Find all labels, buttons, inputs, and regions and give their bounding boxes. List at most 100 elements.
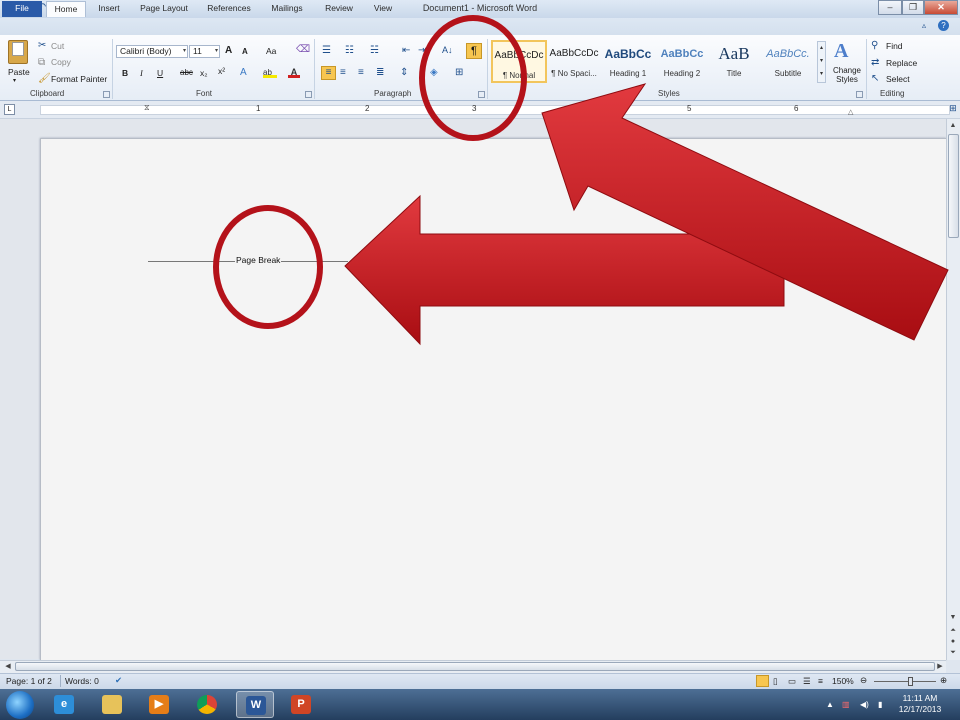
taskbar-ie[interactable]: e <box>45 691 83 718</box>
show-hide-button[interactable]: ¶ <box>466 43 482 59</box>
minimize-ribbon-icon[interactable]: ▵ <box>922 21 926 30</box>
restore-button[interactable]: ❐ <box>902 0 924 15</box>
select-icon[interactable]: ↖ <box>871 73 879 85</box>
proofing-icon[interactable]: ✔ <box>115 675 122 686</box>
tab-insert[interactable]: Insert <box>90 1 128 17</box>
paste-button[interactable]: Paste <box>8 67 30 77</box>
align-center-icon[interactable]: ≡ <box>340 67 346 79</box>
tab-home[interactable]: Home <box>46 1 86 17</box>
grow-font-button[interactable]: A <box>225 45 232 56</box>
scroll-left-icon[interactable]: ◀ <box>2 661 14 673</box>
line-spacing-icon[interactable]: ⇕ <box>400 67 408 79</box>
bold-button[interactable]: B <box>122 68 128 78</box>
page-count[interactable]: Page: 1 of 2 <box>6 676 52 686</box>
highlight-icon[interactable]: ab <box>263 68 277 78</box>
taskbar-chrome[interactable] <box>188 691 226 718</box>
tab-mailings[interactable]: Mailings <box>264 1 310 17</box>
copy-icon[interactable]: ⧉ <box>38 57 45 69</box>
text-effects-icon[interactable]: A <box>240 67 247 79</box>
font-color-icon[interactable]: A <box>288 67 300 78</box>
bullets-icon[interactable]: ☰ <box>322 45 331 57</box>
minimize-button[interactable]: – <box>878 0 902 15</box>
horizontal-scroll-thumb[interactable] <box>15 662 935 671</box>
numbering-icon[interactable]: ☷ <box>345 45 354 57</box>
close-button[interactable]: ✕ <box>924 0 958 15</box>
web-layout-view-icon[interactable]: ▭ <box>788 676 796 687</box>
replace-icon[interactable]: ⇄ <box>871 57 879 69</box>
outline-view-icon[interactable]: ☰ <box>803 676 811 687</box>
zoom-slider-track[interactable] <box>874 681 936 682</box>
sort-icon[interactable]: A↓ <box>442 44 453 56</box>
volume-icon[interactable]: ◀) <box>860 700 869 709</box>
tab-review[interactable]: Review <box>318 1 360 17</box>
justify-icon[interactable]: ≣ <box>376 67 384 79</box>
right-indent-icon[interactable]: △ <box>848 108 853 116</box>
print-layout-view-icon[interactable] <box>756 675 769 687</box>
shrink-font-button[interactable]: A <box>242 47 248 56</box>
view-ruler-icon[interactable]: ⊞ <box>947 103 959 116</box>
style-heading-2[interactable]: AaBbCc Heading 2 <box>654 40 710 83</box>
style-subtitle[interactable]: AaBbCc. Subtitle <box>760 40 816 83</box>
taskbar-clock[interactable]: 11:11 AM 12/17/2013 <box>890 693 950 715</box>
clipboard-launcher[interactable] <box>103 91 110 98</box>
document-page[interactable] <box>40 138 946 660</box>
tab-page-layout[interactable]: Page Layout <box>134 1 194 17</box>
align-right-icon[interactable]: ≡ <box>358 67 364 79</box>
font-size-select[interactable]: 11 ▾ <box>189 45 220 58</box>
superscript-button[interactable]: x² <box>218 66 225 76</box>
shading-icon[interactable]: ◈ <box>430 67 438 79</box>
cut-button[interactable]: Cut <box>51 41 64 51</box>
format-painter-button[interactable]: Format Painter <box>51 74 107 84</box>
align-left-button[interactable]: ≡ <box>321 66 336 80</box>
battery-icon[interactable]: ▮ <box>878 700 882 709</box>
style-heading-1[interactable]: AaBbCc Heading 1 <box>600 40 656 83</box>
find-button[interactable]: Find <box>886 41 903 51</box>
increase-indent-icon[interactable]: ⇥ <box>418 45 426 57</box>
scroll-right-icon[interactable]: ▶ <box>934 661 946 673</box>
font-family-select[interactable]: Calibri (Body) ▾ <box>116 45 188 58</box>
draft-view-icon[interactable]: ≡ <box>818 676 823 686</box>
tab-selector[interactable]: L <box>4 104 15 115</box>
styles-gallery-scroll[interactable]: ▴ ▾ ▾ <box>817 41 826 83</box>
find-icon[interactable]: ⚲ <box>871 40 878 52</box>
next-page-icon[interactable]: ⏷ <box>947 647 959 659</box>
clear-formatting-icon[interactable]: ⌫ <box>296 44 310 56</box>
paragraph-launcher[interactable] <box>478 91 485 98</box>
style-no-spacing[interactable]: AaBbCcDc ¶ No Spaci... <box>546 40 602 83</box>
format-painter-icon[interactable]: 🖌 <box>38 73 51 85</box>
cut-icon[interactable]: ✂ <box>38 40 46 52</box>
font-launcher[interactable] <box>305 91 312 98</box>
tab-view[interactable]: View <box>366 1 400 17</box>
indent-marker-icon[interactable]: ⧖ <box>144 103 150 113</box>
underline-button[interactable]: U <box>157 68 163 78</box>
taskbar-powerpoint[interactable]: P <box>282 691 320 718</box>
change-styles-button[interactable]: Change Styles <box>830 66 864 84</box>
zoom-slider-thumb[interactable] <box>908 677 913 686</box>
strikethrough-button[interactable]: abc <box>180 68 193 77</box>
zoom-out-icon[interactable]: ⊖ <box>860 675 867 686</box>
style-normal[interactable]: AaBbCcDc ¶ Normal <box>491 40 547 83</box>
borders-icon[interactable]: ⊞ <box>455 67 463 79</box>
taskbar-word[interactable]: W <box>236 691 274 718</box>
paste-dropdown-icon[interactable]: ▾ <box>13 77 16 84</box>
select-button[interactable]: Select <box>886 74 910 84</box>
word-count[interactable]: Words: 0 <box>65 676 99 686</box>
tray-expand-icon[interactable]: ▲ <box>826 700 834 709</box>
vertical-scroll-thumb[interactable] <box>948 134 959 238</box>
start-button-icon[interactable] <box>6 691 34 719</box>
tab-file[interactable]: File <box>2 1 42 17</box>
tab-references[interactable]: References <box>200 1 258 17</box>
taskbar-media-player[interactable]: ▶ <box>140 691 178 718</box>
subscript-button[interactable]: x₂ <box>200 68 208 78</box>
network-icon[interactable]: ▥ <box>842 700 850 709</box>
change-case-button[interactable]: Aa <box>266 46 276 56</box>
multilevel-list-icon[interactable]: ☵ <box>370 45 379 57</box>
styles-launcher[interactable] <box>856 91 863 98</box>
style-title[interactable]: AaB Title <box>706 40 762 83</box>
scroll-down-icon[interactable]: ▼ <box>947 612 959 624</box>
copy-button[interactable]: Copy <box>51 57 71 67</box>
zoom-level[interactable]: 150% <box>832 676 854 686</box>
zoom-in-icon[interactable]: ⊕ <box>940 675 947 686</box>
replace-button[interactable]: Replace <box>886 58 917 68</box>
horizontal-ruler[interactable] <box>40 105 950 115</box>
